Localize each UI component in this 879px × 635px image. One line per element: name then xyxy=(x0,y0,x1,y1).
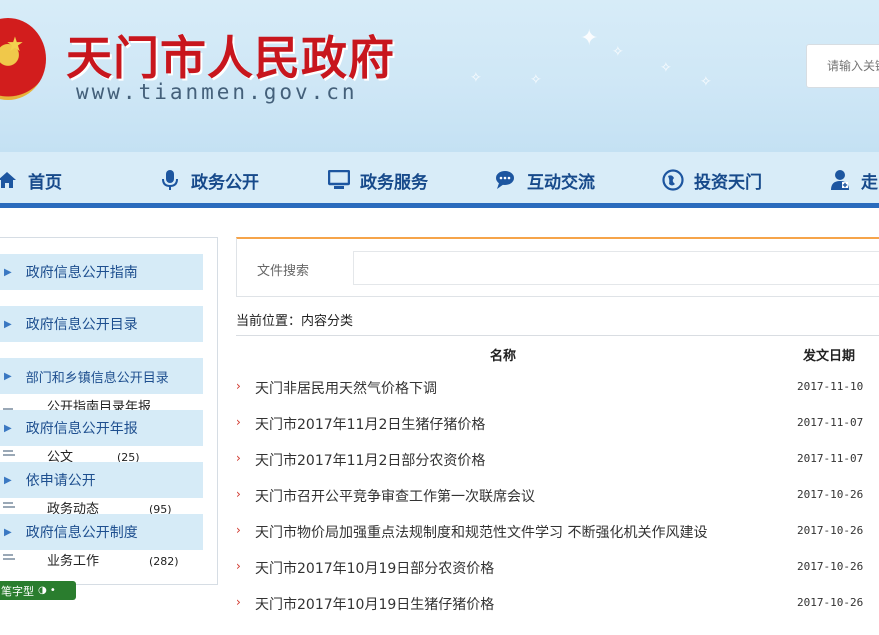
tree-node-icon xyxy=(0,448,17,460)
nav-label: 投资天门 xyxy=(694,172,762,193)
table-row[interactable]: › 天门市2017年11月2日生猪仔猪价格 2017-11-07 xyxy=(236,406,879,442)
triangle-right-icon: ▶ xyxy=(4,370,12,382)
breadcrumb: 当前位置：内容分类 xyxy=(236,314,354,329)
nav-label: 首页 xyxy=(28,172,62,193)
chevron-right-icon: › xyxy=(236,415,241,429)
nav-item-home[interactable]: 首页 xyxy=(0,168,62,193)
site-search-input[interactable] xyxy=(825,55,879,77)
table-row[interactable]: › 天门市2017年11月2日部分农资价格 2017-11-07 xyxy=(236,442,879,478)
tree-item-label[interactable]: 业务工作 xyxy=(47,550,99,569)
chevron-right-icon: › xyxy=(236,595,241,609)
row-title-link[interactable]: 天门市召开公平竞争审查工作第一次联席会议 xyxy=(255,486,535,506)
sidebar-item-on-request[interactable]: ▶ 依申请公开 xyxy=(0,462,203,498)
dove-icon: ✧ xyxy=(612,44,624,60)
main-nav: 首页 政务公开 政务服务 互动交流 投资天门 走 xyxy=(0,152,879,203)
sidebar-item-label: 部门和乡镇信息公开目录 xyxy=(25,370,169,386)
site-title: 天门市人民政府 xyxy=(66,31,395,85)
medical-plus-icon xyxy=(829,169,851,191)
nav-label: 政务公开 xyxy=(191,172,259,193)
document-search-input[interactable] xyxy=(353,251,879,285)
monitor-icon xyxy=(328,169,350,191)
nav-label: 政务服务 xyxy=(360,172,428,193)
chevron-right-icon: › xyxy=(236,523,241,537)
sidebar-item-guide[interactable]: ▶ 政府信息公开指南 xyxy=(0,254,203,290)
row-title-link[interactable]: 天门市物价局加强重点法规制度和规范性文件学习 不断强化机关作风建设 xyxy=(255,522,707,542)
row-date: 2017-11-10 xyxy=(797,380,864,393)
national-emblem-icon: ★ xyxy=(0,18,46,100)
row-date: 2017-10-26 xyxy=(797,596,864,609)
triangle-right-icon: ▶ xyxy=(4,474,12,486)
nav-item-more[interactable]: 走 xyxy=(829,168,878,193)
row-title-link[interactable]: 天门市2017年10月19日生猪仔猪价格 xyxy=(255,594,494,614)
row-date: 2017-11-07 xyxy=(797,452,864,465)
sidebar-item-dept-catalog[interactable]: ▶ 部门和乡镇信息公开目录 xyxy=(0,358,203,394)
row-title-link[interactable]: 天门市2017年11月2日生猪仔猪价格 xyxy=(255,414,485,434)
sidebar-item-annual-report[interactable]: ▶ 政府信息公开年报 xyxy=(0,410,203,446)
row-date: 2017-11-07 xyxy=(797,416,864,429)
dove-icon: ✧ xyxy=(470,70,482,86)
document-search-panel: 文件搜索 xyxy=(236,237,879,297)
tree-node-icon xyxy=(0,500,17,512)
sidebar-item-label: 政府信息公开制度 xyxy=(25,525,138,541)
dove-icon: ✧ xyxy=(530,72,542,88)
table-row[interactable]: › 天门非居民用天然气价格下调 2017-11-10 xyxy=(236,370,879,406)
nav-item-government-services[interactable]: 政务服务 xyxy=(328,168,428,193)
table-row[interactable]: › 天门市2017年10月19日生猪仔猪价格 2017-10-26 xyxy=(236,586,879,622)
divider xyxy=(236,335,879,336)
moon-icon: ◑ • xyxy=(38,585,56,596)
triangle-right-icon: ▶ xyxy=(4,422,12,434)
nav-underline xyxy=(0,203,879,208)
row-date: 2017-10-26 xyxy=(797,560,864,573)
chevron-right-icon: › xyxy=(236,559,241,573)
tree-node-icon xyxy=(0,552,17,564)
nav-item-government-affairs[interactable]: 政务公开 xyxy=(159,168,259,193)
sidebar-item-label: 依申请公开 xyxy=(25,473,96,489)
microphone-icon xyxy=(159,169,181,191)
row-title-link[interactable]: 天门市2017年10月19日部分农资价格 xyxy=(255,558,494,578)
sidebar: ▶ 政府信息公开指南 ▶ 政府信息公开目录 ▶ 部门和乡镇信息公开目录 公开指南… xyxy=(0,237,218,585)
triangle-right-icon: ▶ xyxy=(4,266,12,278)
sidebar-item-system[interactable]: ▶ 政府信息公开制度 xyxy=(0,514,203,550)
dove-icon: ✧ xyxy=(700,74,712,90)
row-date: 2017-10-26 xyxy=(797,488,864,501)
home-icon xyxy=(0,169,18,191)
nav-label: 走 xyxy=(861,172,878,193)
triangle-right-icon: ▶ xyxy=(4,526,12,538)
font-style-label: 笔字型 xyxy=(1,584,34,598)
sidebar-item-catalog[interactable]: ▶ 政府信息公开目录 xyxy=(0,306,203,342)
table-row[interactable]: › 天门市召开公平竞争审查工作第一次联席会议 2017-10-26 xyxy=(236,478,879,514)
sidebar-item-label: 政府信息公开目录 xyxy=(25,317,138,333)
column-header-date: 发文日期 xyxy=(803,349,856,364)
table-row[interactable]: › 天门市2017年10月19日部分农资价格 2017-10-26 xyxy=(236,550,879,586)
document-search-label: 文件搜索 xyxy=(257,264,310,279)
globe-icon xyxy=(662,169,684,191)
chevron-right-icon: › xyxy=(236,487,241,501)
column-header-name: 名称 xyxy=(490,349,517,364)
site-search-box[interactable] xyxy=(806,44,879,88)
row-title-link[interactable]: 天门非居民用天然气价格下调 xyxy=(255,378,437,398)
row-title-link[interactable]: 天门市2017年11月2日部分农资价格 xyxy=(255,450,485,470)
site-domain: www.tianmen.gov.cn xyxy=(76,80,358,104)
table-row[interactable]: › 天门市物价局加强重点法规制度和规范性文件学习 不断强化机关作风建设 2017… xyxy=(236,514,879,550)
chat-icon xyxy=(495,169,517,191)
chevron-right-icon: › xyxy=(236,451,241,465)
triangle-right-icon: ▶ xyxy=(4,318,12,330)
dove-icon: ✦ xyxy=(580,26,599,51)
nav-item-invest[interactable]: 投资天门 xyxy=(662,168,762,193)
font-style-button[interactable]: 笔字型 ◑ • xyxy=(0,581,76,600)
tree-item-count: (282) xyxy=(149,555,179,568)
chevron-right-icon: › xyxy=(236,379,241,393)
row-date: 2017-10-26 xyxy=(797,524,864,537)
sidebar-item-label: 政府信息公开指南 xyxy=(25,265,138,281)
nav-item-interaction[interactable]: 互动交流 xyxy=(495,168,595,193)
nav-label: 互动交流 xyxy=(527,172,595,193)
site-header: ★ 天门市人民政府 www.tianmen.gov.cn ✦ ✧ ✧ ✧ ✧ ✧ xyxy=(0,0,879,152)
dove-icon: ✧ xyxy=(660,60,672,76)
sidebar-item-label: 政府信息公开年报 xyxy=(25,421,138,437)
